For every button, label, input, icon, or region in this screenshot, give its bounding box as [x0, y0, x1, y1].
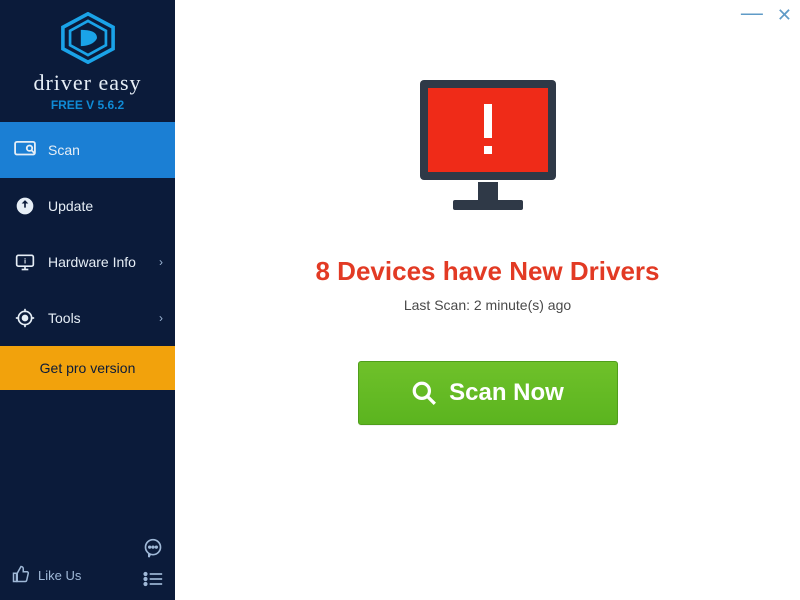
- tools-icon: [14, 307, 36, 329]
- chevron-right-icon: ›: [159, 255, 163, 269]
- main-content: 8 Devices have New Drivers Last Scan: 2 …: [175, 0, 800, 600]
- brand-block: driver easy FREE V 5.6.2: [0, 0, 175, 122]
- sidebar-item-update[interactable]: Update: [0, 178, 175, 234]
- last-scan-text: Last Scan: 2 minute(s) ago: [404, 297, 571, 313]
- chevron-right-icon: ›: [159, 311, 163, 325]
- thumbs-up-icon: [12, 565, 30, 586]
- search-icon: [411, 380, 437, 406]
- logo-icon: [59, 12, 117, 64]
- sidebar-bottom: Like Us: [0, 555, 175, 600]
- sidebar-item-hardware-info[interactable]: i Hardware Info ›: [0, 234, 175, 290]
- sidebar-item-label: Scan: [48, 142, 80, 158]
- feedback-icon[interactable]: [143, 538, 163, 561]
- sidebar-item-label: Update: [48, 198, 93, 214]
- scan-button-label: Scan Now: [449, 379, 564, 407]
- scan-icon: [14, 139, 36, 161]
- headline-text: 8 Devices have New Drivers: [316, 256, 660, 287]
- svg-text:i: i: [24, 257, 26, 266]
- close-button[interactable]: ✕: [777, 6, 792, 28]
- scan-now-button[interactable]: Scan Now: [358, 361, 618, 425]
- sidebar: driver easy FREE V 5.6.2 Scan: [0, 0, 175, 600]
- menu-icon[interactable]: [143, 571, 163, 590]
- sidebar-item-scan[interactable]: Scan: [0, 122, 175, 178]
- minimize-button[interactable]: —: [741, 2, 763, 24]
- brand-version: FREE V 5.6.2: [0, 98, 175, 112]
- sidebar-item-label: Tools: [48, 310, 81, 326]
- like-us-link[interactable]: Like Us: [38, 568, 81, 583]
- sidebar-nav: Scan Update i Hardware Info: [0, 122, 175, 346]
- app-window: — ✕ driver easy FREE V 5.6.2 Scan: [0, 0, 800, 600]
- get-pro-button[interactable]: Get pro version: [0, 346, 175, 390]
- sidebar-item-tools[interactable]: Tools ›: [0, 290, 175, 346]
- window-controls: — ✕: [741, 6, 792, 28]
- brand-name: driver easy: [0, 70, 175, 96]
- hardware-info-icon: i: [14, 251, 36, 273]
- sidebar-item-label: Hardware Info: [48, 254, 136, 270]
- alert-monitor-graphic: [398, 70, 578, 230]
- update-icon: [14, 195, 36, 217]
